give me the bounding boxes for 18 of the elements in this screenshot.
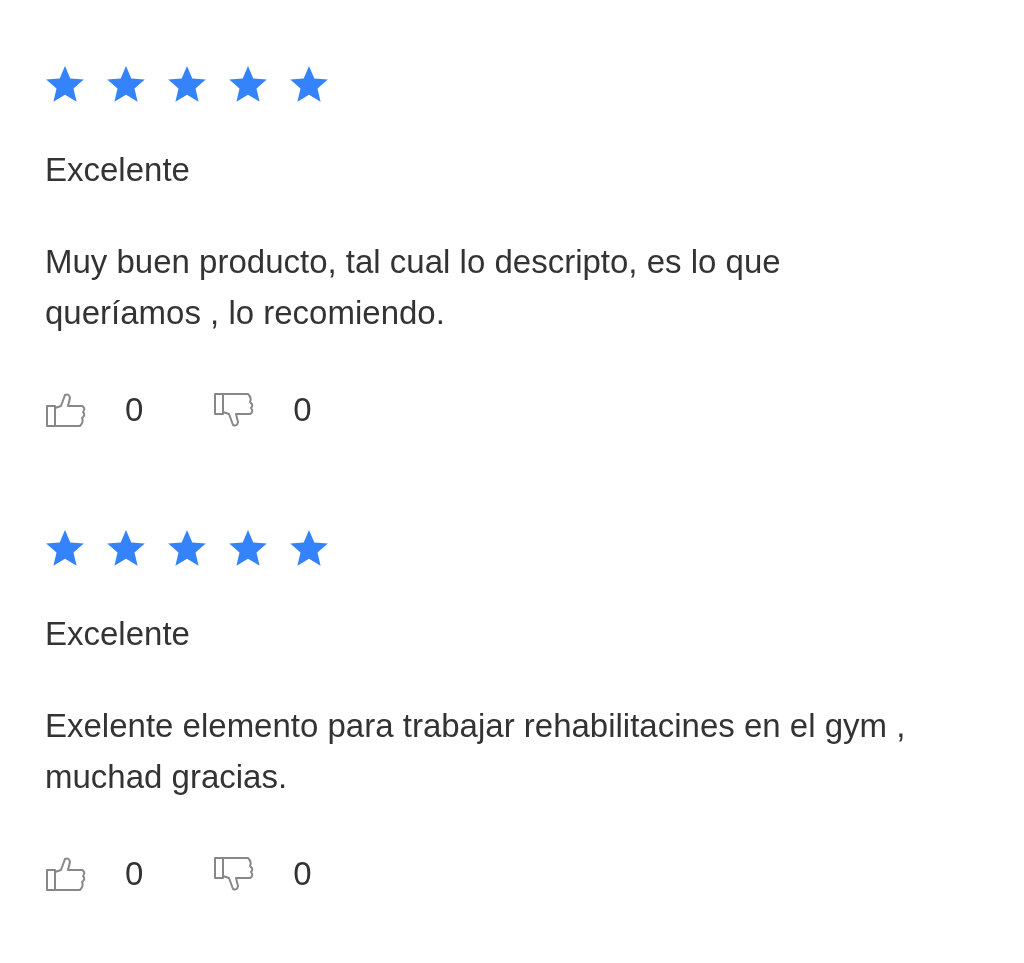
- dislike-count: 0: [293, 854, 312, 894]
- star-icon: [106, 528, 146, 568]
- review-text: Exelente elemento para trabajar rehabilitacines en el gym , muchad gracias.: [45, 706, 907, 797]
- review-title: Excelente: [45, 614, 190, 654]
- like-count: 0: [125, 390, 144, 430]
- star-icon: [45, 64, 85, 104]
- star-icon: [228, 64, 268, 104]
- review-title: Excelente: [45, 150, 190, 190]
- star-icon: [289, 64, 329, 104]
- review-text: Muy buen producto, tal cual lo descripto, es lo que queríamos , lo recomiendo.: [45, 242, 782, 333]
- star-icon: [289, 528, 329, 568]
- star-icon: [45, 528, 85, 568]
- star-icon: [167, 528, 207, 568]
- dislike-count: 0: [293, 390, 312, 430]
- star-icon: [228, 528, 268, 568]
- like-count: 0: [125, 854, 144, 894]
- star-icon: [106, 64, 146, 104]
- star-icon: [167, 64, 207, 104]
